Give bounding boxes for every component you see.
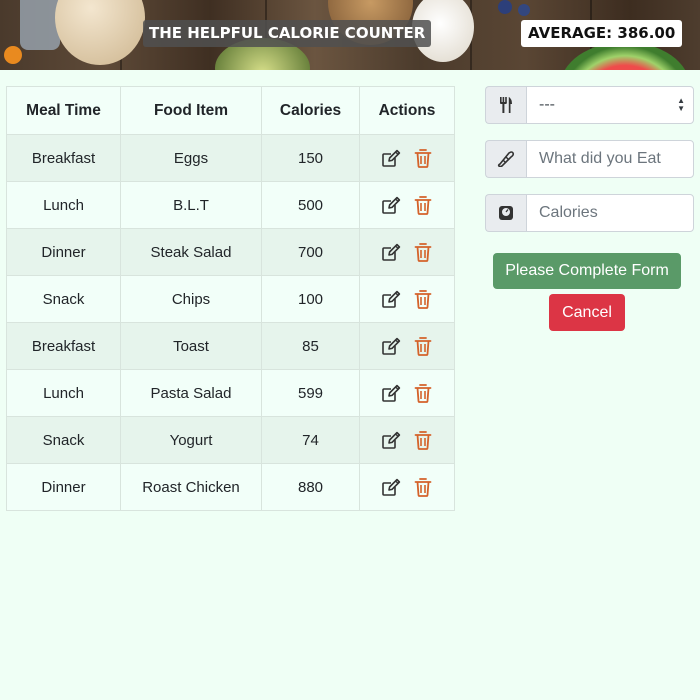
column-header-actions: Actions (359, 86, 455, 135)
trash-icon[interactable] (412, 194, 434, 216)
food-icon (485, 140, 526, 178)
utensils-icon (485, 86, 526, 124)
table-row: Lunch B.L.T 500 (6, 181, 455, 229)
submit-button[interactable]: Please Complete Form (493, 253, 681, 289)
trash-icon[interactable] (412, 147, 434, 169)
table-row: Breakfast Toast 85 (6, 322, 455, 370)
meals-table: Meal Time Food Item Calories Actions Bre… (6, 86, 455, 511)
cell-food-item: Toast (120, 322, 262, 370)
meal-time-select-value: --- (539, 96, 555, 113)
cell-food-item: B.L.T (120, 181, 262, 229)
cell-meal-time: Lunch (6, 181, 121, 229)
page-title: THE HELPFUL CALORIE COUNTER (143, 20, 432, 47)
cell-calories: 500 (261, 181, 360, 229)
blueberry-image (498, 0, 512, 14)
orange-image (4, 46, 22, 64)
table-row: Breakfast Eggs 150 (6, 134, 455, 182)
edit-icon[interactable] (380, 241, 402, 263)
table-body: Breakfast Eggs 150 Lunch B.L.T 500 Dinner Steak… (6, 134, 455, 511)
cell-meal-time: Lunch (6, 369, 121, 417)
cell-calories: 700 (261, 228, 360, 276)
trash-icon[interactable] (412, 382, 434, 404)
cell-actions (359, 369, 455, 417)
cell-actions (359, 463, 455, 511)
cell-food-item: Chips (120, 275, 262, 323)
trash-icon[interactable] (412, 476, 434, 498)
cell-actions (359, 228, 455, 276)
column-header-meal-time: Meal Time (6, 86, 121, 135)
cell-calories: 85 (261, 322, 360, 370)
cell-calories: 150 (261, 134, 360, 182)
trash-icon[interactable] (412, 241, 434, 263)
cell-meal-time: Breakfast (6, 134, 121, 182)
cell-meal-time: Dinner (6, 463, 121, 511)
edit-icon[interactable] (380, 194, 402, 216)
cell-actions (359, 275, 455, 323)
cell-actions (359, 416, 455, 464)
trash-icon[interactable] (412, 288, 434, 310)
calories-input[interactable] (526, 194, 694, 232)
header-banner: THE HELPFUL CALORIE COUNTER AVERAGE: 386… (0, 0, 700, 70)
average-badge: AVERAGE: 386.00 (521, 20, 683, 47)
select-arrows-icon: ▲ ▼ (677, 96, 685, 113)
trash-icon[interactable] (412, 429, 434, 451)
cell-food-item: Roast Chicken (120, 463, 262, 511)
cell-meal-time: Snack (6, 275, 121, 323)
cancel-button[interactable]: Cancel (549, 294, 625, 331)
edit-icon[interactable] (380, 382, 402, 404)
cell-food-item: Yogurt (120, 416, 262, 464)
cell-meal-time: Breakfast (6, 322, 121, 370)
table-row: Dinner Roast Chicken 880 (6, 463, 455, 511)
calories-input-group (485, 194, 694, 232)
column-header-food-item: Food Item (120, 86, 262, 135)
cell-meal-time: Dinner (6, 228, 121, 276)
blender-image (20, 0, 60, 50)
table-row: Dinner Steak Salad 700 (6, 228, 455, 276)
cell-actions (359, 134, 455, 182)
cell-actions (359, 322, 455, 370)
table-header-row: Meal Time Food Item Calories Actions (6, 86, 455, 135)
food-input-group (485, 140, 694, 178)
scale-icon (485, 194, 526, 232)
edit-icon[interactable] (380, 476, 402, 498)
trash-icon[interactable] (412, 335, 434, 357)
table-row: Lunch Pasta Salad 599 (6, 369, 455, 417)
blueberry-image (518, 4, 530, 16)
edit-icon[interactable] (380, 335, 402, 357)
meal-select-group: --- ▲ ▼ (485, 86, 694, 124)
meals-table-container: Meal Time Food Item Calories Actions Bre… (6, 86, 455, 511)
edit-icon[interactable] (380, 288, 402, 310)
cell-calories: 74 (261, 416, 360, 464)
cell-food-item: Pasta Salad (120, 369, 262, 417)
cell-calories: 599 (261, 369, 360, 417)
cell-actions (359, 181, 455, 229)
edit-icon[interactable] (380, 429, 402, 451)
food-item-input[interactable] (526, 140, 694, 178)
table-row: Snack Yogurt 74 (6, 416, 455, 464)
cell-calories: 880 (261, 463, 360, 511)
cell-meal-time: Snack (6, 416, 121, 464)
cell-food-item: Steak Salad (120, 228, 262, 276)
table-row: Snack Chips 100 (6, 275, 455, 323)
cell-food-item: Eggs (120, 134, 262, 182)
onion-image (55, 0, 145, 65)
meal-time-select[interactable]: --- ▲ ▼ (526, 86, 694, 124)
edit-icon[interactable] (380, 147, 402, 169)
column-header-calories: Calories (261, 86, 360, 135)
cell-calories: 100 (261, 275, 360, 323)
